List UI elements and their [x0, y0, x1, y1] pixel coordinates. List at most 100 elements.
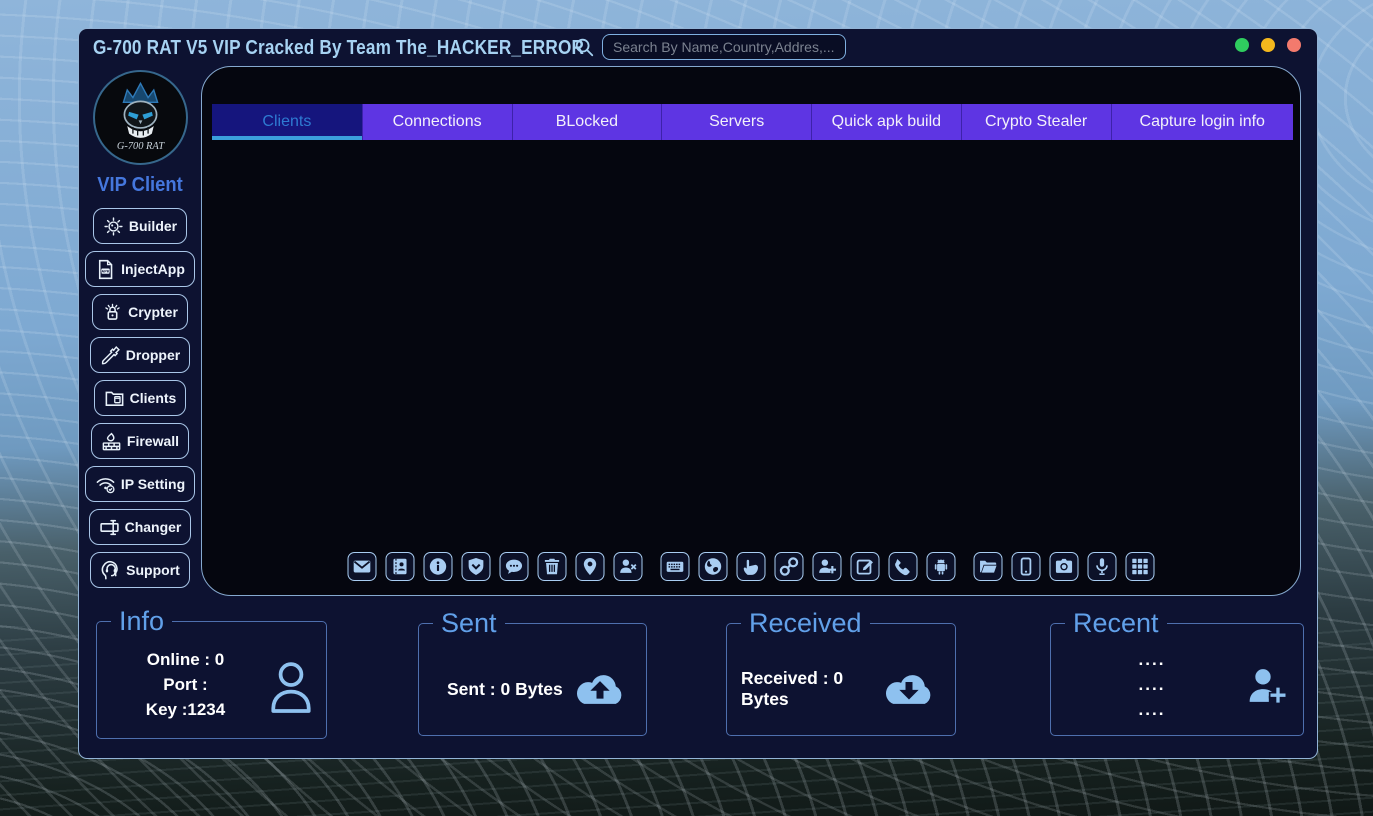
sidebar-button-label: Builder — [129, 218, 177, 234]
search-input[interactable] — [602, 34, 846, 60]
location-pin-icon — [581, 557, 600, 576]
firewall-icon — [101, 431, 122, 452]
key-value: Key :1234 — [105, 697, 266, 722]
sidebar-button-ip-setting[interactable]: IP Setting — [85, 466, 195, 502]
person-outline-icon — [266, 657, 316, 715]
sent-panel-body: Sent : 0 Bytes — [427, 643, 638, 735]
title-bar: G-700 RAT V5 VIP Cracked By Team The_HAC… — [79, 29, 1317, 66]
toolbar-tap-button[interactable] — [737, 552, 766, 581]
virus-icon — [103, 216, 124, 237]
sidebar-menu: Builder InjectApp Crypter Dropper Client… — [79, 208, 201, 588]
toolbar-camera-button[interactable] — [1050, 552, 1079, 581]
sidebar-button-label: Firewall — [127, 433, 179, 449]
phone-icon — [894, 557, 913, 576]
toolbar-keyboard-button[interactable] — [661, 552, 690, 581]
toolbar-info-button[interactable] — [424, 552, 453, 581]
toolbar-chat-button[interactable] — [500, 552, 529, 581]
sidebar-button-label: InjectApp — [121, 261, 185, 277]
user-remove-icon — [619, 557, 638, 576]
address-book-icon — [391, 557, 410, 576]
sidebar-button-dropper[interactable]: Dropper — [90, 337, 190, 373]
action-toolbar — [348, 552, 1155, 581]
rename-box-icon — [99, 517, 120, 538]
window-controls — [1235, 38, 1301, 52]
received-panel-legend: Received — [741, 608, 870, 639]
toolbar-user-add-button[interactable] — [813, 552, 842, 581]
toolbar-address-book-button[interactable] — [386, 552, 415, 581]
headset-icon — [100, 560, 121, 581]
sidebar: G-700 RAT VIP Client Builder InjectApp C… — [79, 66, 201, 588]
eyedropper-icon — [100, 345, 121, 366]
toolbar-shield-button[interactable] — [462, 552, 491, 581]
info-panel: Info Online : 0 Port : Key :1234 — [96, 606, 327, 739]
user-add-icon — [818, 557, 837, 576]
sidebar-button-changer[interactable]: Changer — [89, 509, 192, 545]
sidebar-button-label: Dropper — [126, 347, 180, 363]
tab-servers[interactable]: Servers — [661, 104, 811, 140]
toolbar-user-remove-button[interactable] — [614, 552, 643, 581]
toolbar-phone-button[interactable] — [889, 552, 918, 581]
toolbar-android-button[interactable] — [927, 552, 956, 581]
edit-icon — [856, 557, 875, 576]
toolbar-envelope-button[interactable] — [348, 552, 377, 581]
apps-grid-icon — [1131, 557, 1150, 576]
cloud-download-icon — [881, 667, 937, 711]
info-circle-icon — [429, 557, 448, 576]
tab-capture-login-info[interactable]: Capture login info — [1111, 104, 1293, 140]
online-count: Online : 0 — [105, 647, 266, 672]
received-bytes-label: Received : 0 Bytes — [741, 668, 881, 710]
app-window: G-700 RAT V5 VIP Cracked By Team The_HAC… — [78, 28, 1318, 759]
sidebar-button-crypter[interactable]: Crypter — [92, 294, 188, 330]
toolbar-apps-grid-button[interactable] — [1126, 552, 1155, 581]
chat-bubble-icon — [505, 557, 524, 576]
info-panel-legend: Info — [111, 606, 172, 637]
recent-panel: Recent .... .... .... — [1050, 608, 1304, 736]
sidebar-button-builder[interactable]: Builder — [93, 208, 187, 244]
sidebar-button-support[interactable]: Support — [90, 552, 190, 588]
sidebar-button-label: Crypter — [128, 304, 178, 320]
traffic-light-green[interactable] — [1235, 38, 1249, 52]
globe-icon — [704, 557, 723, 576]
tab-quick-apk-build[interactable]: Quick apk build — [811, 104, 961, 140]
toolbar-smartphone-button[interactable] — [1012, 552, 1041, 581]
toolbar-folder-button[interactable] — [974, 552, 1003, 581]
folder-open-icon — [979, 557, 998, 576]
app-title: G-700 RAT V5 VIP Cracked By Team The_HAC… — [93, 37, 584, 60]
android-icon — [932, 557, 951, 576]
tab-clients[interactable]: Clients — [212, 104, 362, 140]
tap-hand-icon — [742, 557, 761, 576]
sent-panel-legend: Sent — [433, 608, 505, 639]
search-area — [573, 34, 846, 60]
toolbar-link-button[interactable] — [775, 552, 804, 581]
sidebar-button-injectapp[interactable]: InjectApp — [85, 251, 195, 287]
camera-icon — [1055, 557, 1074, 576]
keyboard-icon — [666, 557, 685, 576]
shield-chevron-icon — [467, 557, 486, 576]
received-panel-body: Received : 0 Bytes — [735, 643, 947, 735]
cloud-upload-icon — [572, 667, 628, 711]
envelope-icon — [353, 557, 372, 576]
apk-file-icon — [95, 259, 116, 280]
smartphone-icon — [1017, 557, 1036, 576]
search-icon — [573, 36, 595, 58]
traffic-light-yellow[interactable] — [1261, 38, 1275, 52]
recent-entry: .... — [1059, 672, 1245, 697]
toolbar-edit-button[interactable] — [851, 552, 880, 581]
toolbar-location-button[interactable] — [576, 552, 605, 581]
tab-crypto-stealer[interactable]: Crypto Stealer — [961, 104, 1111, 140]
wifi-check-icon — [95, 474, 116, 495]
recent-entry: .... — [1059, 647, 1245, 672]
sent-panel: Sent Sent : 0 Bytes — [418, 608, 647, 736]
skull-crown-logo: G-700 RAT — [93, 70, 188, 165]
tab-blocked[interactable]: BLocked — [512, 104, 662, 140]
sent-bytes-label: Sent : 0 Bytes — [447, 679, 563, 700]
sidebar-button-clients[interactable]: Clients — [94, 380, 187, 416]
toolbar-globe-button[interactable] — [699, 552, 728, 581]
recent-entry: .... — [1059, 697, 1245, 722]
traffic-light-red[interactable] — [1287, 38, 1301, 52]
tab-connections[interactable]: Connections — [362, 104, 512, 140]
chain-link-icon — [780, 557, 799, 576]
sidebar-button-firewall[interactable]: Firewall — [91, 423, 189, 459]
toolbar-trash-button[interactable] — [538, 552, 567, 581]
toolbar-microphone-button[interactable] — [1088, 552, 1117, 581]
